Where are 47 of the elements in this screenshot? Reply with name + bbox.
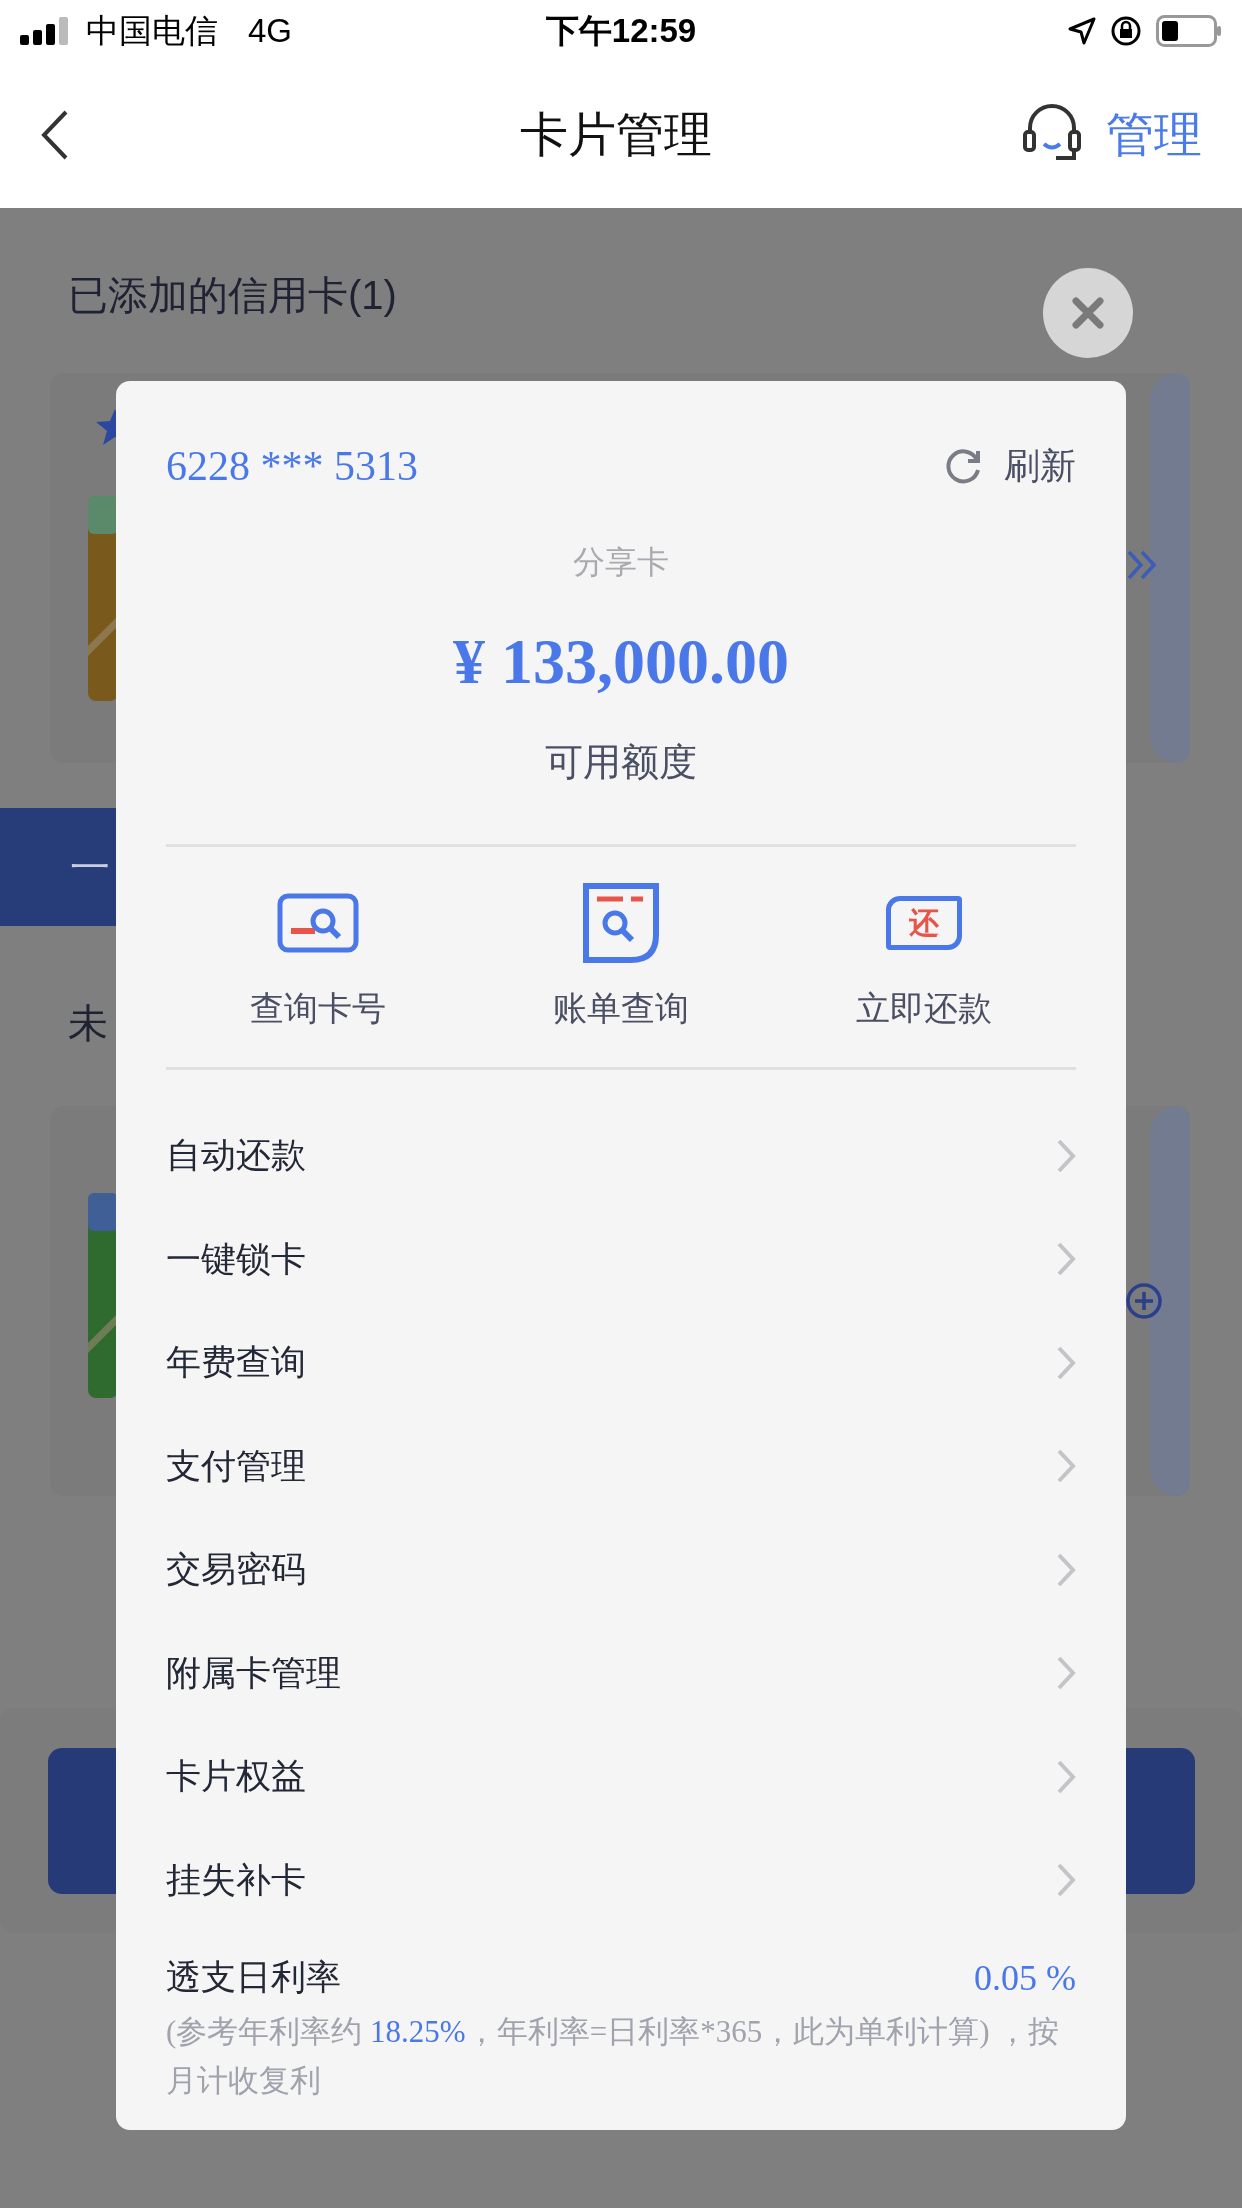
star-icon (95, 408, 116, 446)
chevron-right-icon (1056, 1241, 1076, 1278)
menu-item[interactable]: 支付管理 (166, 1414, 1076, 1518)
repay-icon: 还 (886, 896, 963, 950)
signal-icon (20, 17, 70, 45)
bill-search-icon (583, 883, 659, 963)
battery-icon (1156, 15, 1222, 47)
chevron-right-icon (1056, 1551, 1076, 1588)
card-search-icon (276, 893, 359, 953)
rate-note: (参考年利率约 18.25%，年利率=日利率*365，此为单利计算) ，按月计收复利 (166, 2013, 1061, 2100)
card-type: 分享卡 (572, 543, 670, 582)
rate-value: 0.05 % (974, 1956, 1076, 1999)
close-icon (1071, 296, 1105, 330)
quick-action[interactable]: 查询卡号 (166, 882, 470, 1032)
rotation-lock-icon (1110, 15, 1142, 47)
chevron-right-icon (1056, 1758, 1076, 1795)
back-icon[interactable] (40, 109, 70, 161)
rate-label: 透支日利率 (166, 1956, 342, 1998)
card-number: 6228 *** 5313 (166, 442, 419, 490)
amount-label: 可用额度 (544, 740, 698, 785)
menu-item[interactable]: 自动还款 (166, 1104, 1076, 1208)
quick-action[interactable]: 账单查询 (469, 882, 773, 1032)
chevron-right-icon (1056, 1448, 1076, 1485)
carrier-name: 中国电信 (86, 10, 218, 51)
menu-item[interactable]: 附属卡管理 (166, 1621, 1076, 1725)
menu-item[interactable]: 挂失补卡 (166, 1828, 1076, 1932)
chevron-right-icon (1056, 1344, 1076, 1381)
network-type: 4G (248, 12, 293, 50)
menu-item[interactable]: 年费查询 (166, 1311, 1076, 1415)
chevron-right-icon (1056, 1862, 1076, 1899)
double-chevron-icon (1125, 548, 1159, 582)
chevron-right-icon (1056, 1655, 1076, 1692)
section-heading: 已添加的信用卡(1) (68, 272, 397, 319)
menu-item[interactable]: 卡片权益 (166, 1725, 1076, 1829)
location-arrow-icon (1068, 17, 1096, 45)
menu-item[interactable]: 交易密码 (166, 1518, 1076, 1622)
quick-action[interactable]: 还 立即还款 (772, 882, 1076, 1032)
section-heading: 未 (68, 1000, 108, 1047)
bar-label: 一 (70, 843, 110, 891)
plus-circle-icon (1125, 1282, 1163, 1320)
chevron-right-icon (1056, 1137, 1076, 1174)
manage-link[interactable]: 管理 (1106, 103, 1202, 167)
refresh-button[interactable]: 刷新 (944, 441, 1076, 491)
page-title: 卡片管理 (520, 108, 712, 161)
menu-item[interactable]: 一键锁卡 (166, 1207, 1076, 1311)
clock-time: 下午12:59 (545, 11, 697, 49)
credit-amount: ¥ 133,000.00 (452, 625, 790, 699)
